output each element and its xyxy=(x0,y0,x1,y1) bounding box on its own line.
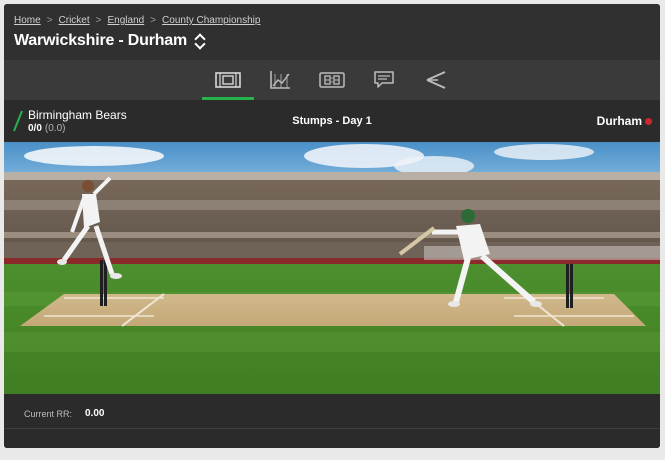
current-run-rate-value: 0.00 xyxy=(85,408,105,419)
breadcrumb-england[interactable]: England xyxy=(108,15,145,26)
chevron-right-icon: > xyxy=(46,15,53,26)
divider xyxy=(4,428,660,429)
breadcrumb-cricket[interactable]: Cricket xyxy=(59,15,90,26)
chevron-right-icon: > xyxy=(95,15,102,26)
switch-match-icon[interactable] xyxy=(195,33,205,49)
match-widget: Home > Cricket > England > County Champi… xyxy=(4,4,660,448)
scoreline: Birmingham Bears 0/0 (0.0) Stumps - Day 1… xyxy=(4,100,660,142)
match-status: Stumps - Day 1 xyxy=(292,115,372,127)
away-team-name: Durham xyxy=(596,114,642,128)
pitch-icon xyxy=(215,72,241,88)
title-row: Warwickshire - Durham xyxy=(14,32,205,50)
speech-bubble-icon xyxy=(374,71,394,88)
stadium-illustration xyxy=(4,142,660,394)
tab-commentary[interactable] xyxy=(358,60,410,100)
tab-scoreboard[interactable] xyxy=(306,60,358,100)
match-footer: Current RR: 0.00 xyxy=(4,394,660,448)
scoreboard-icon xyxy=(319,72,345,88)
breadcrumb: Home > Cricket > England > County Champi… xyxy=(14,15,260,26)
match-header: Home > Cricket > England > County Champi… xyxy=(4,4,660,60)
chevron-right-icon: > xyxy=(150,15,157,26)
wagon-wheel-icon xyxy=(426,71,446,89)
pitch-strip xyxy=(20,294,646,326)
line-chart-icon xyxy=(270,71,290,89)
tab-stats[interactable] xyxy=(254,60,306,100)
view-tabs xyxy=(4,60,660,100)
tab-wagon-wheel[interactable] xyxy=(410,60,462,100)
cricket-ball-icon xyxy=(645,118,652,125)
breadcrumb-home[interactable]: Home xyxy=(14,15,41,26)
tab-pitch-view[interactable] xyxy=(202,60,254,100)
current-run-rate-label: Current RR: xyxy=(24,409,73,419)
page-title: Warwickshire - Durham xyxy=(14,32,188,49)
pitch-view-graphic xyxy=(4,142,660,394)
breadcrumb-county-championship[interactable]: County Championship xyxy=(162,15,260,26)
